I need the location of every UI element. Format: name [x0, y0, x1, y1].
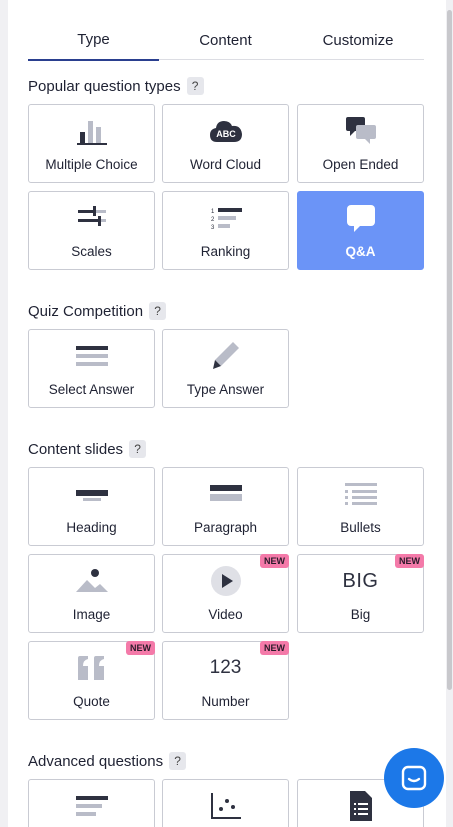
help-icon[interactable]: ?	[129, 440, 147, 458]
card-ranking[interactable]: 1 2 3 Ranking	[162, 191, 289, 270]
ranking-icon: 1 2 3	[163, 202, 288, 234]
big-text-icon: BIG	[298, 565, 423, 597]
card-paragraph[interactable]: Paragraph	[162, 467, 289, 546]
card-label: Type Answer	[186, 382, 265, 397]
bar-chart-icon	[29, 115, 154, 147]
slide-type-panel: Type Content Customize Popular question …	[8, 0, 446, 827]
card-video[interactable]: NEW Video	[162, 554, 289, 633]
card-label: Word Cloud	[189, 157, 262, 172]
card-scales[interactable]: Scales	[28, 191, 155, 270]
tab-bar: Type Content Customize	[28, 20, 424, 61]
card-select-answer[interactable]: Select Answer	[28, 329, 155, 408]
scales-icon	[29, 202, 154, 234]
card-label: Image	[72, 607, 111, 622]
number-icon: 123	[163, 652, 288, 684]
card-label: Heading	[66, 520, 117, 535]
card-label: Big	[350, 607, 371, 622]
card-label: Quote	[73, 694, 110, 709]
bullets-icon	[298, 478, 423, 510]
card-type-answer[interactable]: Type Answer	[162, 329, 289, 408]
word-cloud-icon-text: ABC	[216, 129, 236, 139]
paragraph-icon	[163, 478, 288, 510]
card-number[interactable]: NEW 123 Number	[162, 641, 289, 720]
card-bullets[interactable]: Bullets	[297, 467, 424, 546]
play-icon	[163, 565, 288, 597]
card-label: Q&A	[345, 244, 376, 259]
card-label: Multiple Choice	[45, 157, 138, 172]
card-qa[interactable]: Q&A	[297, 191, 424, 270]
card-label: Number	[201, 694, 250, 709]
help-icon[interactable]: ?	[149, 302, 167, 320]
card-label: Video	[208, 607, 243, 622]
scatter-plot-icon	[163, 790, 288, 822]
chat-icon	[401, 765, 427, 791]
speech-bubbles-icon	[298, 115, 423, 147]
card-heading[interactable]: Heading	[28, 467, 155, 546]
word-cloud-icon: ABC	[163, 115, 288, 147]
popular-section-title: Popular question types ?	[28, 77, 204, 95]
tab-customize[interactable]: Customize	[292, 20, 424, 60]
scrollbar-thumb[interactable]	[447, 10, 452, 690]
card-word-cloud[interactable]: ABC Word Cloud	[162, 104, 289, 183]
card-advanced-1[interactable]	[28, 779, 155, 827]
card-image[interactable]: Image	[28, 554, 155, 633]
number-icon-text: 123	[209, 657, 242, 678]
image-icon	[29, 565, 154, 597]
tab-type[interactable]: Type	[28, 20, 159, 61]
heading-icon	[29, 478, 154, 510]
help-icon[interactable]: ?	[169, 752, 187, 770]
qa-bubble-icon	[298, 202, 423, 234]
tab-content[interactable]: Content	[160, 20, 291, 60]
advanced-section-title: Advanced questions ?	[28, 752, 187, 770]
text-lines-icon	[29, 790, 154, 822]
card-big[interactable]: NEW BIG Big	[297, 554, 424, 633]
card-label: Bullets	[340, 520, 381, 535]
list-lines-icon	[29, 340, 154, 372]
card-label: Open Ended	[322, 157, 399, 172]
card-advanced-2[interactable]	[162, 779, 289, 827]
help-icon[interactable]: ?	[186, 77, 204, 95]
card-open-ended[interactable]: Open Ended	[297, 104, 424, 183]
pencil-icon	[163, 340, 288, 372]
quiz-section-title: Quiz Competition ?	[28, 302, 167, 320]
chat-launcher-button[interactable]	[384, 748, 444, 808]
big-icon-text: BIG	[342, 569, 379, 592]
card-label: Paragraph	[193, 520, 258, 535]
card-quote[interactable]: NEW Quote	[28, 641, 155, 720]
quote-icon	[29, 652, 154, 684]
svg-text:1: 1	[211, 209, 215, 215]
svg-text:2: 2	[211, 217, 215, 223]
card-label: Ranking	[200, 244, 251, 259]
card-label: Select Answer	[48, 382, 135, 397]
card-multiple-choice[interactable]: Multiple Choice	[28, 104, 155, 183]
svg-text:3: 3	[211, 225, 215, 230]
card-label: Scales	[71, 244, 112, 259]
content-section-title: Content slides ?	[28, 440, 147, 458]
